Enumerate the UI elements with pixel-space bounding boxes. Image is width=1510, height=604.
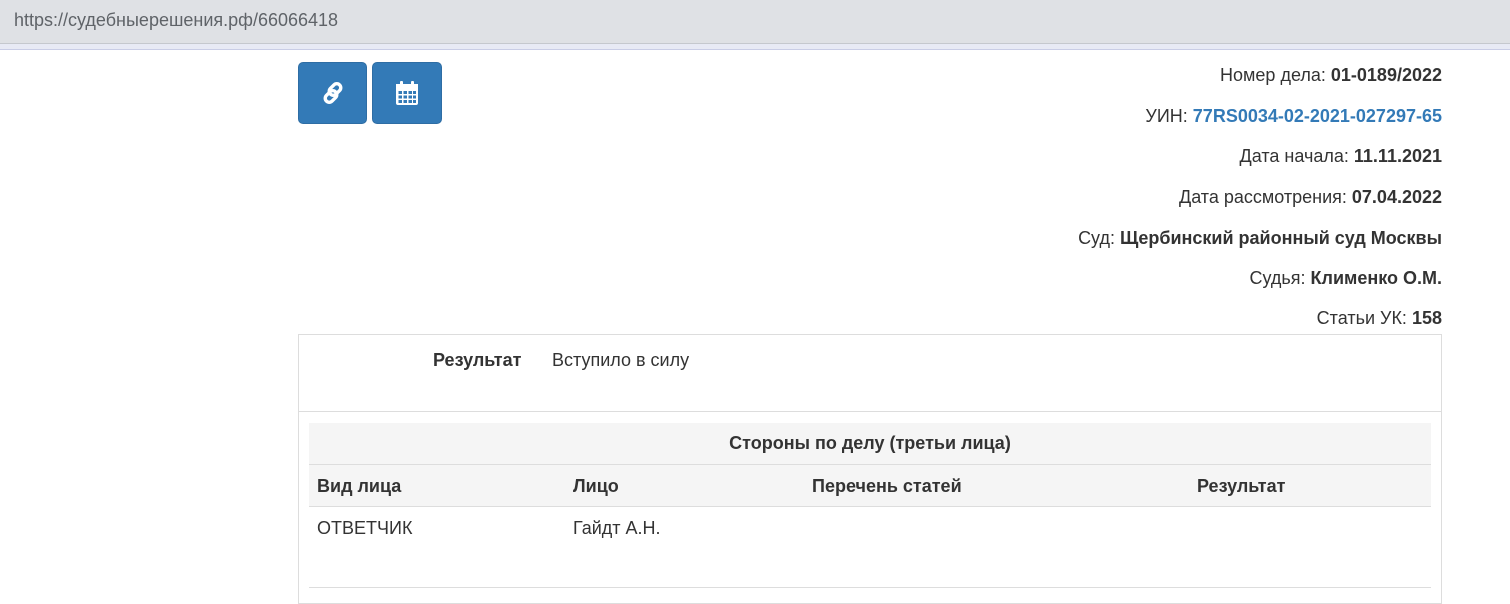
court-row: Суд: Щербинский районный суд Москвы xyxy=(1078,228,1442,249)
calendar-icon xyxy=(395,80,419,106)
judge-row: Судья: Клименко О.М. xyxy=(1250,268,1443,289)
cell-party-type: ОТВЕТЧИК xyxy=(317,518,413,538)
result-value: Вступило в силу xyxy=(552,350,690,370)
copy-link-button[interactable] xyxy=(298,62,367,124)
start-date-row: Дата начала: 11.11.2021 xyxy=(1240,146,1442,167)
review-date-value: 07.04.2022 xyxy=(1351,187,1442,207)
header-result: Результат xyxy=(1197,476,1286,496)
header-person: Лицо xyxy=(573,476,619,496)
header-articles-list: Перечень статей xyxy=(812,476,962,496)
cell-person: Гайдт А.Н. xyxy=(573,518,661,538)
judge-value: Клименко О.М. xyxy=(1310,268,1442,288)
start-date-label: Дата начала: xyxy=(1239,146,1349,166)
court-value: Щербинский районный суд Москвы xyxy=(1119,228,1442,248)
parties-table-header: Вид лица Лицо Перечень статей Результат xyxy=(309,465,1431,507)
uin-link[interactable]: 77RS0034-02-2021-027297-65 xyxy=(1193,106,1442,126)
judge-label: Судья: xyxy=(1249,268,1306,288)
case-number-label: Номер дела: xyxy=(1220,65,1326,85)
parties-table: Стороны по делу (третьи лица) Вид лица Л… xyxy=(309,423,1431,588)
url-text[interactable]: https://судебныерешения.рф/66066418 xyxy=(14,10,338,31)
browser-address-bar[interactable]: https://судебныерешения.рф/66066418 xyxy=(0,0,1510,44)
start-date-value: 11.11.2021 xyxy=(1353,146,1442,166)
table-row: ОТВЕТЧИК Гайдт А.Н. xyxy=(309,507,1431,588)
articles-value: 158 xyxy=(1411,308,1442,328)
result-label: Результат xyxy=(433,350,522,370)
case-number-row: Номер дела: 01-0189/2022 xyxy=(1220,65,1442,86)
header-party-type: Вид лица xyxy=(317,476,402,496)
articles-label: Статьи УК: xyxy=(1316,308,1407,328)
toolbar-divider xyxy=(0,44,1510,50)
review-date-row: Дата рассмотрения: 07.04.2022 xyxy=(1179,187,1442,208)
articles-row: Статьи УК: 158 xyxy=(1317,308,1442,329)
calendar-button[interactable] xyxy=(372,62,442,124)
panel-divider xyxy=(299,411,1441,412)
review-date-label: Дата рассмотрения: xyxy=(1179,187,1347,207)
parties-table-caption: Стороны по делу (третьи лица) xyxy=(309,423,1431,465)
uin-label: УИН: xyxy=(1145,106,1188,126)
case-details-panel: Результат Вступило в силу Стороны по дел… xyxy=(298,334,1442,604)
court-label: Суд: xyxy=(1078,228,1115,248)
link-icon xyxy=(320,80,346,106)
uin-row: УИН: 77RS0034-02-2021-027297-65 xyxy=(1145,106,1442,127)
case-number-value: 01-0189/2022 xyxy=(1330,65,1442,85)
